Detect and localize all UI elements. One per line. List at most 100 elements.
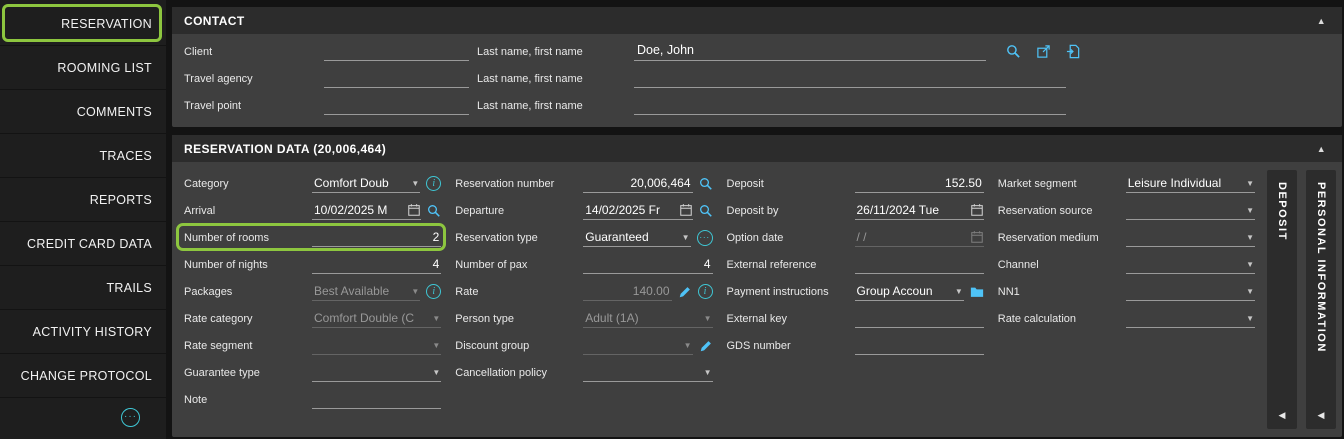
sidebar-more: ··· (0, 398, 166, 436)
field-gds-number: GDS number (727, 332, 986, 359)
guarantee-type-dropdown[interactable]: ▼ (312, 364, 441, 382)
field-payment-instructions: Payment instructions Group Accoun ▼ (727, 278, 986, 305)
chevron-down-icon: ▼ (432, 368, 440, 377)
chevron-down-icon: ▼ (704, 368, 712, 377)
field-reservation-number: Reservation number 20,006,464 (455, 170, 714, 197)
ellipsis-circle-icon[interactable]: ··· (121, 408, 140, 427)
sidebar-item-label: RESERVATION (61, 17, 152, 31)
sidebar-item-label: CREDIT CARD DATA (27, 237, 152, 251)
sidebar-item-reservation[interactable]: RESERVATION (0, 2, 166, 46)
import-contact-icon[interactable] (1066, 44, 1081, 59)
chevron-down-icon: ▼ (1246, 179, 1254, 188)
number-of-pax-input[interactable]: 4 (583, 256, 712, 274)
client-name-label: Last name, first name (469, 46, 634, 58)
sidebar-item-traces[interactable]: TRACES (0, 134, 166, 178)
side-tabs: DEPOSIT ◀ PERSONAL INFORMATION ◀ (1267, 170, 1336, 429)
app-window: RESERVATION ROOMING LIST COMMENTS TRACES… (0, 0, 1344, 439)
field-option-date: Option date / / (727, 224, 986, 251)
number-of-rooms-input[interactable]: 2 (312, 229, 441, 247)
tab-personal-information-label: PERSONAL INFORMATION (1315, 182, 1327, 353)
search-icon[interactable] (699, 177, 713, 191)
discount-group-dropdown: ▼ (583, 337, 692, 355)
gds-number-input[interactable] (855, 337, 984, 355)
reservation-fields-grid: Category Comfort Doub ▼ i Reservation nu… (184, 170, 1257, 429)
empty-cell (998, 359, 1257, 386)
arrival-date-input[interactable]: 10/02/2025 M (312, 202, 421, 220)
calendar-icon[interactable] (679, 203, 693, 217)
info-icon[interactable]: i (698, 284, 713, 299)
sidebar-item-label: ROOMING LIST (57, 61, 152, 75)
sidebar-item-change-protocol[interactable]: CHANGE PROTOCOL (0, 354, 166, 398)
empty-cell (455, 386, 714, 413)
empty-cell (998, 332, 1257, 359)
field-person-type: Person type Adult (1A) ▼ (455, 305, 714, 332)
channel-label: Channel (998, 259, 1126, 271)
reservation-source-dropdown[interactable]: ▼ (1126, 202, 1255, 220)
search-icon[interactable] (699, 204, 713, 218)
rate-input: 140.00 (583, 283, 671, 301)
search-icon[interactable] (1006, 44, 1021, 59)
chevron-left-icon[interactable]: ◀ (1318, 402, 1325, 421)
client-actions (1000, 44, 1081, 59)
calendar-icon[interactable] (407, 203, 421, 217)
sidebar-item-reports[interactable]: REPORTS (0, 178, 166, 222)
chevron-down-icon: ▼ (1246, 233, 1254, 242)
category-dropdown[interactable]: Comfort Doub ▼ (312, 175, 420, 193)
sidebar-item-activity-history[interactable]: ACTIVITY HISTORY (0, 310, 166, 354)
reservation-data-body: Category Comfort Doub ▼ i Reservation nu… (172, 162, 1342, 437)
payment-instructions-dropdown[interactable]: Group Accoun ▼ (855, 283, 964, 301)
travel-agency-name-input[interactable] (634, 70, 1066, 88)
sidebar-item-comments[interactable]: COMMENTS (0, 90, 166, 134)
sidebar-item-credit-card-data[interactable]: CREDIT CARD DATA (0, 222, 166, 266)
cancellation-policy-dropdown[interactable]: ▼ (583, 364, 712, 382)
sidebar-item-trails[interactable]: TRAILS (0, 266, 166, 310)
empty-cell (998, 386, 1257, 413)
market-segment-dropdown[interactable]: Leisure Individual ▼ (1126, 175, 1255, 193)
reservation-medium-dropdown[interactable]: ▼ (1126, 229, 1255, 247)
reservation-source-label: Reservation source (998, 205, 1126, 217)
note-input[interactable] (312, 391, 441, 409)
field-reservation-source: Reservation source ▼ (998, 197, 1257, 224)
departure-label: Departure (455, 205, 583, 217)
rate-calculation-dropdown[interactable]: ▼ (1126, 310, 1255, 328)
nn1-dropdown[interactable]: ▼ (1126, 283, 1255, 301)
deposit-input[interactable]: 152.50 (855, 175, 984, 193)
channel-dropdown[interactable]: ▼ (1126, 256, 1255, 274)
sidebar: RESERVATION ROOMING LIST COMMENTS TRACES… (0, 0, 166, 439)
ellipsis-circle-icon[interactable]: ··· (697, 230, 713, 246)
external-key-input[interactable] (855, 310, 984, 328)
category-label: Category (184, 178, 312, 190)
folder-icon[interactable] (970, 285, 984, 299)
travel-point-code-input[interactable] (324, 97, 469, 115)
sidebar-item-rooming-list[interactable]: ROOMING LIST (0, 46, 166, 90)
reservation-type-dropdown[interactable]: Guaranteed ▼ (583, 229, 690, 247)
person-type-dropdown: Adult (1A) ▼ (583, 310, 712, 328)
open-profile-icon[interactable] (1036, 44, 1051, 59)
client-label: Client (184, 46, 324, 58)
search-icon[interactable] (427, 204, 441, 218)
deposit-by-date-input[interactable]: 26/11/2024 Tue (855, 202, 984, 220)
collapse-icon[interactable]: ▲ (1313, 142, 1330, 156)
external-reference-input[interactable] (855, 256, 984, 274)
chevron-left-icon[interactable]: ◀ (1279, 402, 1286, 421)
client-name-input[interactable]: Doe, John (634, 43, 986, 61)
tab-deposit[interactable]: DEPOSIT ◀ (1267, 170, 1297, 429)
info-icon[interactable]: i (426, 284, 441, 299)
travel-agency-code-input[interactable] (324, 70, 469, 88)
info-icon[interactable]: i (426, 176, 441, 191)
reservation-data-title: RESERVATION DATA (20,006,464) (184, 142, 386, 156)
collapse-icon[interactable]: ▲ (1313, 14, 1330, 28)
external-key-label: External key (727, 313, 855, 325)
travel-point-name-input[interactable] (634, 97, 1066, 115)
external-reference-label: External reference (727, 259, 855, 271)
departure-date-input[interactable]: 14/02/2025 Fr (583, 202, 692, 220)
chevron-down-icon: ▼ (411, 287, 419, 296)
pencil-icon[interactable] (699, 339, 713, 353)
sidebar-item-label: CHANGE PROTOCOL (21, 369, 152, 383)
deposit-by-label: Deposit by (727, 205, 855, 217)
tab-personal-information[interactable]: PERSONAL INFORMATION ◀ (1306, 170, 1336, 429)
contact-row-client: Client Last name, first name Doe, John (184, 38, 1330, 65)
pencil-icon[interactable] (678, 285, 692, 299)
client-code-input[interactable] (324, 43, 469, 61)
calendar-icon[interactable] (970, 203, 984, 217)
